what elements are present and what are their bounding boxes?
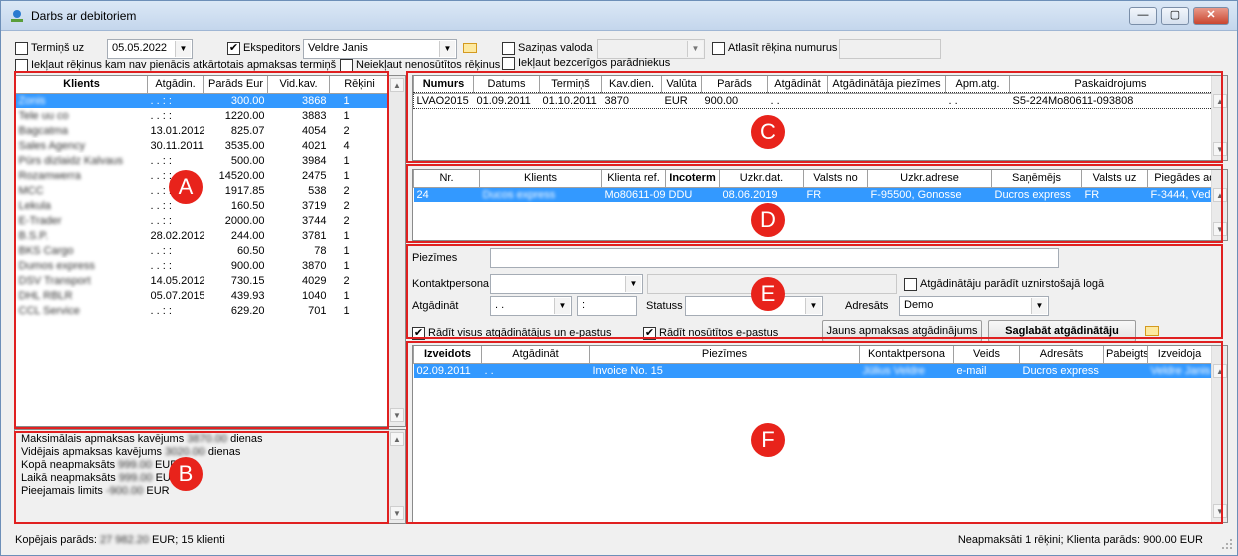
atlasit-input[interactable] <box>839 39 941 59</box>
annotation-box-d <box>406 164 1223 243</box>
atlasit-label: Atlasīt rēķina numurus <box>728 42 838 54</box>
bezcerigos-checkbox[interactable] <box>502 57 515 70</box>
bezcerigos-label: Iekļaut bezcerīgos parādniekus <box>518 57 671 69</box>
annotation-box-e <box>406 244 1223 339</box>
neieklaut-label: Neiekļaut nenosūtītos rēķinus <box>356 59 501 71</box>
annotation-box-c <box>406 71 1223 163</box>
scroll-up-icon[interactable]: ▲ <box>390 432 404 446</box>
ekspeditors-label: Ekspeditors <box>243 42 301 54</box>
chevron-down-icon[interactable]: ▼ <box>687 41 703 57</box>
marker-d: D <box>751 203 785 237</box>
ekspeditors-checkbox[interactable]: ✔ <box>227 42 240 55</box>
app-icon <box>11 10 23 22</box>
marker-e: E <box>751 277 785 311</box>
scroll-up-icon[interactable]: ▲ <box>390 78 404 92</box>
summary-scrollbar[interactable]: ▲ ▼ <box>388 430 405 523</box>
termins-uz-label: Termiņš uz <box>31 42 85 54</box>
window-title: Darbs ar debitoriem <box>31 9 137 23</box>
marker-a: A <box>169 170 203 204</box>
scroll-down-icon[interactable]: ▼ <box>390 506 404 520</box>
ekspeditors-select[interactable]: Veldre Janis ▼ <box>303 39 457 59</box>
marker-b: B <box>169 457 203 491</box>
title-bar: Darbs ar debitoriem — ▢ ✕ <box>1 1 1237 31</box>
maximize-button[interactable]: ▢ <box>1161 7 1189 25</box>
annotation-box-f <box>406 341 1223 524</box>
atlasit-checkbox[interactable] <box>712 42 725 55</box>
sazinas-valoda-checkbox[interactable] <box>502 42 515 55</box>
sazinas-valoda-label: Saziņas valoda <box>518 42 593 54</box>
chevron-down-icon[interactable]: ▼ <box>175 41 191 57</box>
termins-uz-checkbox[interactable] <box>15 42 28 55</box>
status-total-value: 27 982.20 <box>100 534 149 546</box>
annotation-box-a <box>14 71 389 429</box>
ieklaut-label: Iekļaut rēķinus kam nav pienācis atkārto… <box>31 59 337 71</box>
marker-c: C <box>751 115 785 149</box>
minimize-button[interactable]: — <box>1129 7 1157 25</box>
scroll-down-icon[interactable]: ▼ <box>390 408 404 422</box>
clients-scrollbar[interactable]: ▲ ▼ <box>388 76 405 426</box>
status-total-suffix: EUR; 15 klienti <box>152 534 225 546</box>
status-bar: Kopējais parāds: 27 982.20 EUR; 15 klien… <box>1 528 1237 556</box>
status-total: Kopējais parāds: 27 982.20 EUR; 15 klien… <box>15 530 225 550</box>
ekspeditors-value: Veldre Janis <box>308 42 368 54</box>
resize-grip-icon[interactable] <box>1221 538 1233 550</box>
termins-uz-date[interactable]: 05.05.2022 ▼ <box>107 39 193 59</box>
status-client-debt: Neapmaksāti 1 rēķini; Klienta parāds: 90… <box>957 534 1203 546</box>
termins-uz-value: 05.05.2022 <box>112 42 168 54</box>
close-button[interactable]: ✕ <box>1193 7 1229 25</box>
main-window: Darbs ar debitoriem — ▢ ✕ Termiņš uz 05.… <box>0 0 1238 556</box>
status-total-label: Kopējais parāds: <box>15 534 97 546</box>
sazinas-valoda-select[interactable]: ▼ <box>597 39 705 59</box>
mail-icon[interactable] <box>463 43 477 53</box>
chevron-down-icon[interactable]: ▼ <box>439 41 455 57</box>
marker-f: F <box>751 423 785 457</box>
